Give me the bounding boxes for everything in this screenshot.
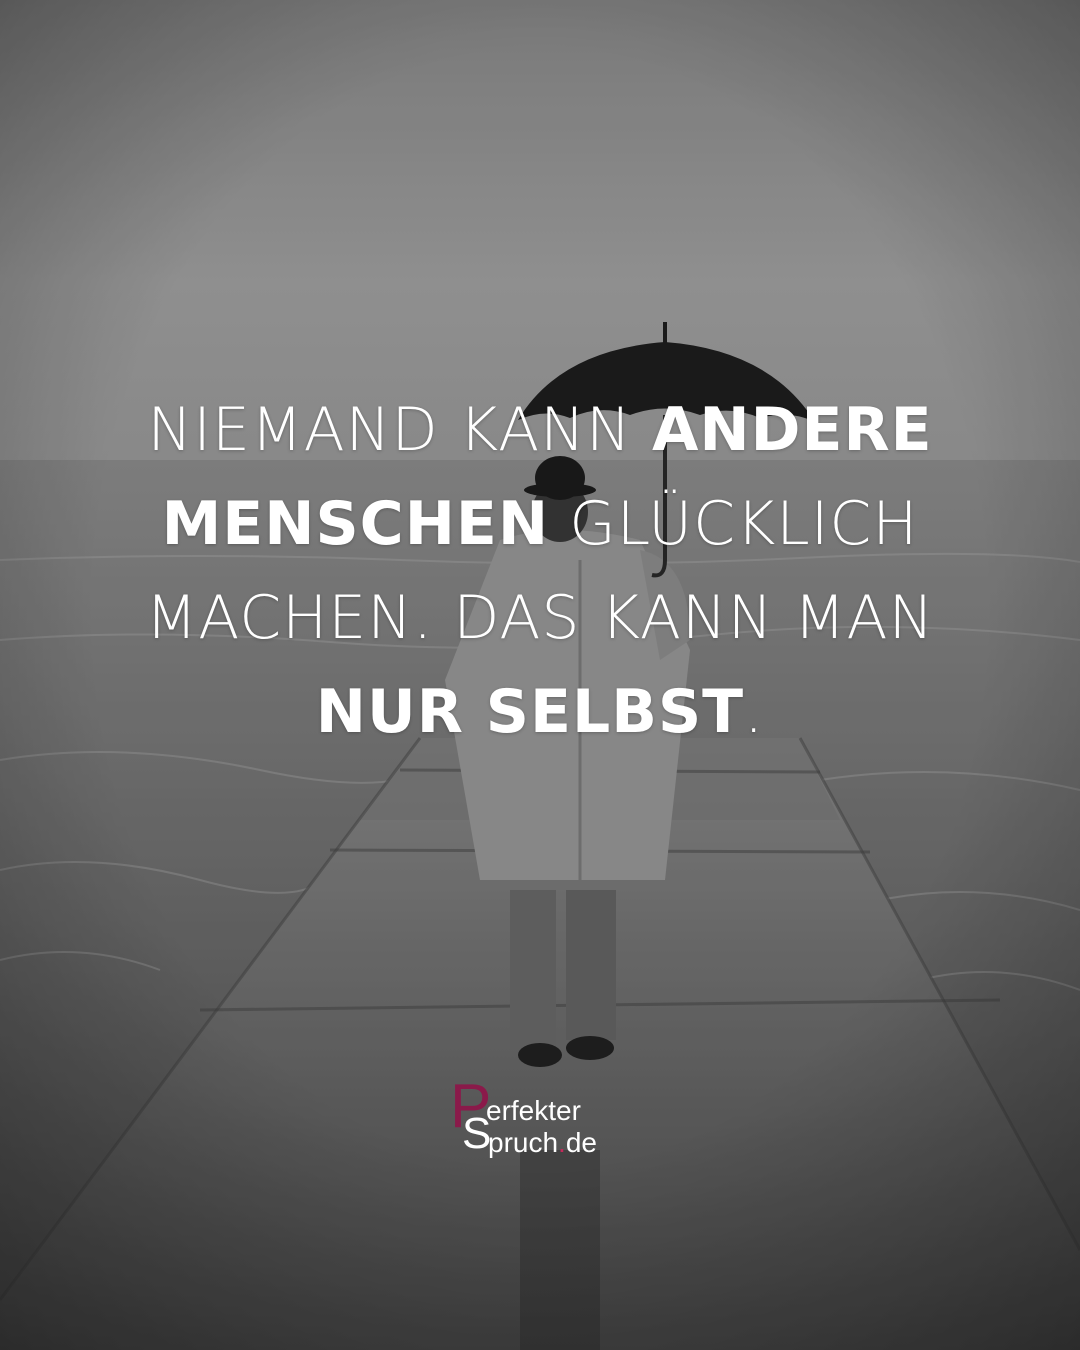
logo-word-2: pruch.de (488, 1128, 597, 1158)
quote-emphasis: ANDERE (652, 395, 933, 465)
quote-segment: . (744, 677, 765, 747)
quote-card: NIEMAND KANN ANDERE MENSCHEN GLÜCKLICH M… (0, 0, 1080, 1350)
logo-word-2-main: pruch (488, 1127, 559, 1158)
quote-segment: NIEMAND KANN (147, 395, 652, 465)
logo-dot: . (558, 1127, 566, 1158)
quote-line-2: MENSCHEN GLÜCKLICH (40, 477, 1040, 571)
quote-line-1: NIEMAND KANN ANDERE (40, 383, 1040, 477)
quote-line-3: MACHEN. DAS KANN MAN (145, 583, 935, 653)
quote-line-4: NUR SELBST. (40, 665, 1040, 759)
quote-text: NIEMAND KANN ANDERE MENSCHEN GLÜCKLICH M… (40, 383, 1040, 759)
quote-emphasis: NUR SELBST (315, 677, 745, 747)
logo-word-1: erfekter (486, 1095, 581, 1126)
quote-emphasis: MENSCHEN (161, 489, 550, 559)
perfektespruch-logo: P S erfekter pruch.de (450, 1076, 650, 1172)
quote-segment: GLÜCKLICH (549, 489, 919, 559)
logo-domain: de (565, 1127, 597, 1158)
